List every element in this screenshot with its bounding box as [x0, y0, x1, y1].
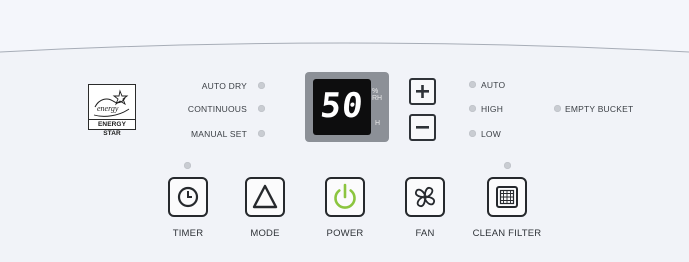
svg-text:energy: energy [97, 104, 119, 113]
power-label: POWER [326, 228, 364, 239]
filter-icon [496, 186, 518, 208]
fan-auto-indicator [469, 81, 476, 88]
clean-filter-button[interactable] [487, 177, 527, 217]
fan-icon [414, 186, 436, 208]
continuous-label: CONTINUOUS [187, 104, 247, 114]
clean-filter-indicator [504, 162, 511, 169]
humidity-display: 50 % RH H [305, 72, 389, 142]
triangle-icon [252, 184, 278, 209]
timer-indicator [184, 162, 191, 169]
energy-star-icon: energy [93, 89, 130, 117]
power-icon [334, 183, 356, 209]
fan-button[interactable] [405, 177, 445, 217]
display-screen: 50 [313, 79, 371, 135]
humidity-unit-label: % RH [372, 88, 383, 102]
hours-unit-label: H [375, 120, 381, 127]
auto-dry-indicator [258, 82, 265, 89]
mode-label: MODE [250, 228, 280, 239]
fan-high-label: HIGH [481, 104, 504, 114]
fan-label: FAN [415, 228, 435, 239]
fan-low-label: LOW [481, 129, 501, 139]
increase-button[interactable] [409, 78, 436, 105]
manual-set-indicator [258, 130, 265, 137]
humidity-value: 50 [318, 86, 366, 126]
empty-bucket-indicator [554, 105, 561, 112]
timer-label: TIMER [172, 228, 204, 239]
fan-high-indicator [469, 105, 476, 112]
power-button[interactable] [325, 177, 365, 217]
empty-bucket-label: EMPTY BUCKET [565, 104, 634, 114]
fan-low-indicator [469, 130, 476, 137]
clock-icon [177, 186, 199, 208]
energy-star-label: ENERGY STAR [89, 119, 135, 137]
clean-filter-label: CLEAN FILTER [472, 228, 542, 239]
auto-dry-label: AUTO DRY [201, 81, 247, 91]
continuous-indicator [258, 105, 265, 112]
decrease-button[interactable] [409, 114, 436, 141]
manual-set-label: MANUAL SET [190, 129, 247, 139]
plus-icon [416, 85, 429, 98]
timer-button[interactable] [168, 177, 208, 217]
minus-icon [416, 126, 429, 129]
fan-auto-label: AUTO [481, 80, 506, 90]
mode-button[interactable] [245, 177, 285, 217]
energy-star-logo: energy ENERGY STAR [88, 84, 136, 137]
